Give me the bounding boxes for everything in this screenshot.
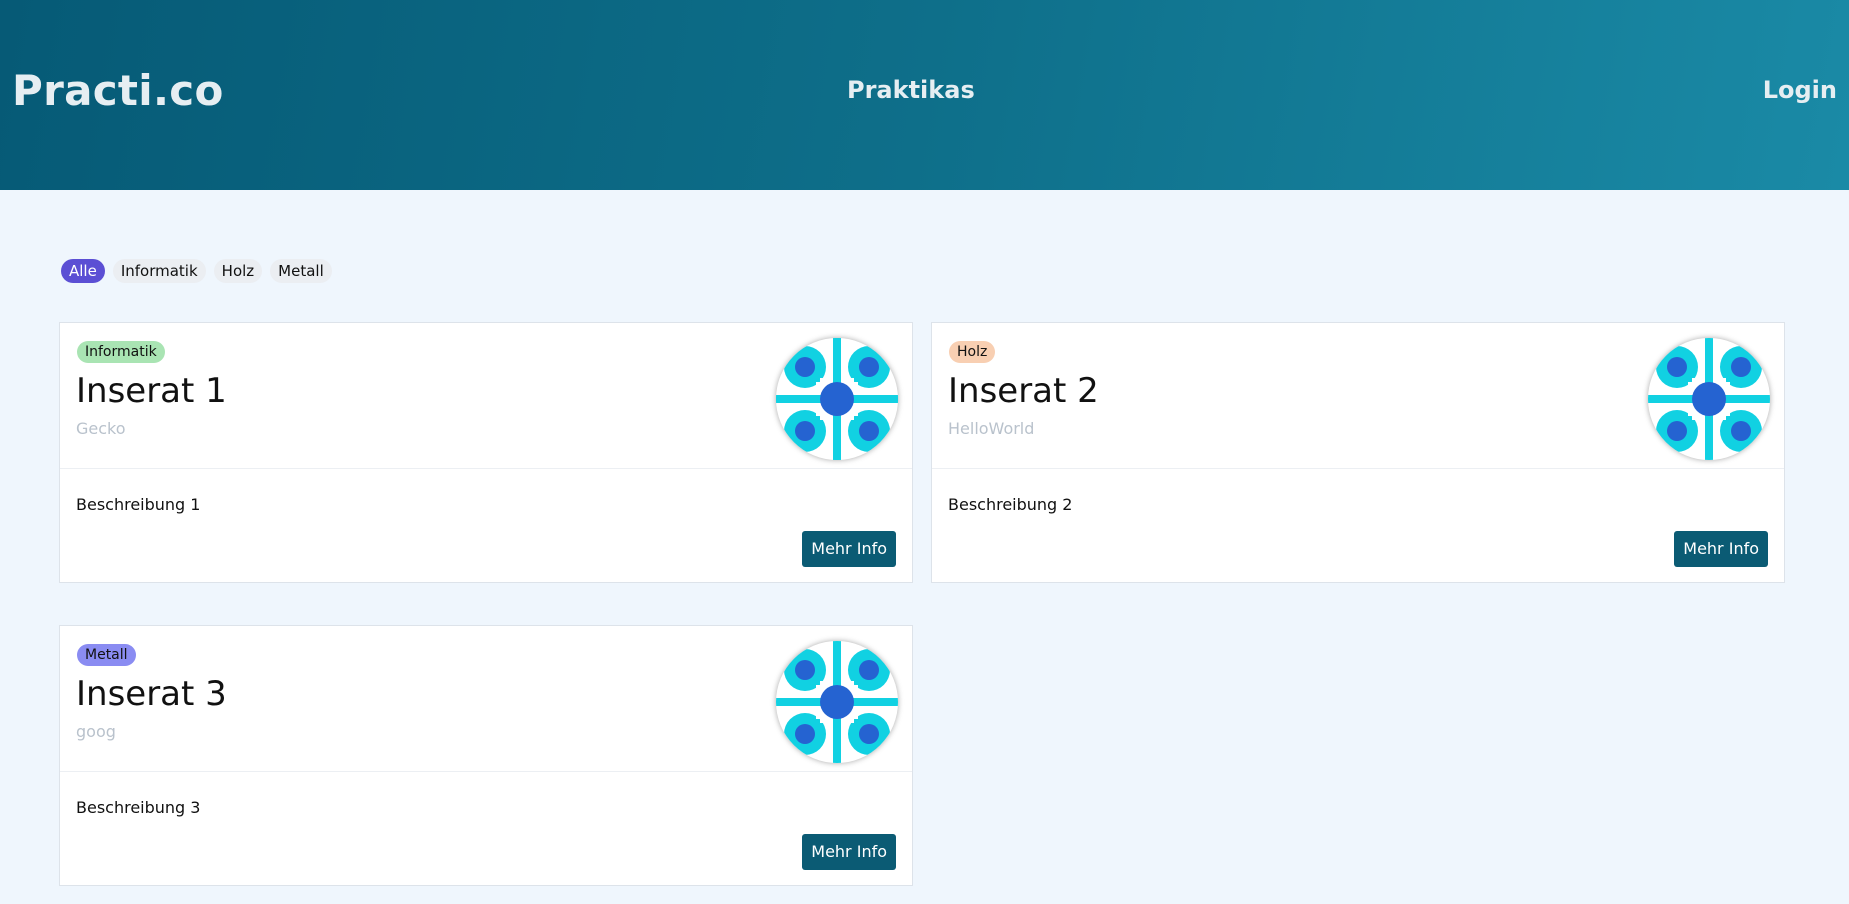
category-filters: Alle Informatik Holz Metall xyxy=(61,259,332,283)
filter-chip-alle[interactable]: Alle xyxy=(61,259,105,283)
listing-card: Informatik Inserat 1 Gecko Beschreibung … xyxy=(59,322,913,583)
company-logo-icon xyxy=(776,641,898,763)
card-description: Beschreibung 1 xyxy=(76,495,201,514)
card-description: Beschreibung 2 xyxy=(948,495,1073,514)
listing-card: Metall Inserat 3 goog Beschreibung 3 Meh… xyxy=(59,625,913,886)
company-logo-icon xyxy=(776,338,898,460)
card-header: Informatik Inserat 1 Gecko xyxy=(60,323,912,469)
card-title: Inserat 1 xyxy=(76,371,227,411)
card-title: Inserat 3 xyxy=(76,674,227,714)
card-header: Holz Inserat 2 HelloWorld xyxy=(932,323,1784,469)
card-title: Inserat 2 xyxy=(948,371,1099,411)
mehr-info-button[interactable]: Mehr Info xyxy=(802,531,896,567)
filter-chip-holz[interactable]: Holz xyxy=(213,259,263,283)
card-company: goog xyxy=(76,722,116,741)
site-header: Practi.co Praktikas Login xyxy=(0,0,1849,190)
company-logo-icon xyxy=(1648,338,1770,460)
listing-card: Holz Inserat 2 HelloWorld Beschreibung 2… xyxy=(931,322,1785,583)
mehr-info-button[interactable]: Mehr Info xyxy=(802,834,896,870)
card-description: Beschreibung 3 xyxy=(76,798,201,817)
filter-chip-metall[interactable]: Metall xyxy=(270,259,332,283)
mehr-info-button[interactable]: Mehr Info xyxy=(1674,531,1768,567)
filter-chip-informatik[interactable]: Informatik xyxy=(112,259,206,283)
nav-login-link[interactable]: Login xyxy=(1763,76,1837,104)
nav-praktikas-link[interactable]: Praktikas xyxy=(847,76,975,104)
site-logo[interactable]: Practi.co xyxy=(12,66,224,115)
card-category-tag: Informatik xyxy=(77,341,165,363)
card-company: Gecko xyxy=(76,419,126,438)
card-category-tag: Holz xyxy=(949,341,996,363)
card-header: Metall Inserat 3 goog xyxy=(60,626,912,772)
card-category-tag: Metall xyxy=(77,644,136,666)
card-company: HelloWorld xyxy=(948,419,1035,438)
